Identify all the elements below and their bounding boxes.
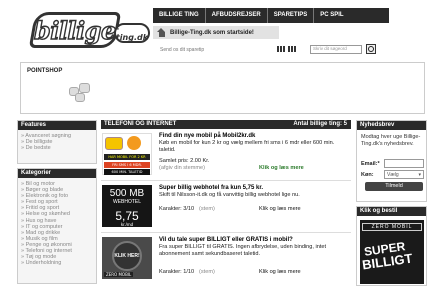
read-more-link[interactable]: Klik og læs mere — [259, 269, 301, 275]
logo-main-text: billige — [33, 15, 116, 45]
gender-label: Køn: — [361, 172, 374, 178]
listing-header: TELEFONI OG INTERNET Antal billige ting:… — [101, 120, 351, 129]
item-price: Samlet pris: 2.00 Kr. — [159, 158, 210, 164]
nav-billige-ting[interactable]: BILLIGE TING — [153, 8, 206, 23]
thumb-text: 500 MB — [109, 188, 145, 199]
thumb-brand: ZERO MOBIL — [104, 272, 134, 277]
vote-link[interactable]: (stem) — [199, 269, 215, 275]
nav-pc-spil[interactable]: PC SPIL — [314, 8, 349, 23]
logo-suffix-text: -ting.dk — [115, 24, 149, 42]
list-view-icon[interactable] — [288, 46, 296, 52]
list-item: KLIK HER! ZERO MOBIL Vil du tale super B… — [101, 233, 351, 285]
newsletter-panel: Nyhedsbrev Modtag hver uge Billige-Ting.… — [356, 120, 427, 202]
search-input[interactable]: Skriv dit søgeord — [310, 45, 362, 54]
item-title[interactable]: Super billig webhotel fra kun 5,75 kr. — [159, 185, 263, 191]
newsletter-title: Nyhedsbrev — [357, 121, 426, 130]
item-thumbnail[interactable]: 500 MB WEBHOTEL 5,75 kr./md — [102, 185, 152, 227]
send-tip-link[interactable]: Send os dit sparetip — [160, 47, 204, 53]
list-item: 500 MB WEBHOTEL 5,75 kr./md Super billig… — [101, 181, 351, 233]
newsletter-text: Modtag hver uge Billige-Ting.dk's nyheds… — [361, 134, 421, 147]
grid-view-icon[interactable] — [277, 46, 285, 52]
item-title[interactable]: Vil du tale super BILLIGT eller GRATIS i… — [159, 237, 293, 243]
features-title: Features — [18, 121, 96, 130]
item-rating: Karakter: 1/10 — [159, 269, 195, 275]
thumb-text: WEBHOTEL — [112, 199, 142, 205]
categories-title: Kategorier — [18, 169, 96, 178]
item-description: Fra super BILLIGT til GRATIS. Ingen afbr… — [159, 244, 327, 257]
top-navigation: BILLIGE TING AFBUDSREJSER SPARETIPS PC S… — [153, 8, 389, 23]
hands-icon — [67, 81, 93, 103]
features-panel: Features » Avanceret søgning » De billig… — [17, 120, 97, 164]
categories-panel: Kategorier » Bil og motor » Bøger og bla… — [17, 168, 97, 284]
logo-main: billige — [28, 12, 122, 48]
site-logo[interactable]: billige -ting.dk — [28, 12, 150, 50]
email-label: Email:* — [361, 161, 380, 167]
category-link[interactable]: » Underholdning — [21, 260, 96, 266]
list-item: HAR MOBIL FOR 2 KR FRI SMS I 6 MDR. 600 … — [101, 129, 351, 181]
order-title: Klik og bestil — [357, 207, 426, 216]
pointshop-banner[interactable]: POINTSHOP — [20, 62, 425, 114]
search-icon[interactable] — [366, 44, 376, 54]
item-description: Køb en mobil for kun 2 kr og vælg mellem… — [159, 140, 335, 153]
phone-icon — [105, 137, 123, 150]
order-panel: Klik og bestil ZERO MOBIL SUPER BILLIGT — [356, 206, 427, 286]
set-homepage-link[interactable]: Billige-Ting.dk som startside! — [153, 26, 279, 39]
set-homepage-text: Billige-Ting.dk som startside! — [170, 29, 254, 36]
item-rating: Karakter: 3/10 — [159, 206, 195, 212]
click-here-badge: KLIK HER! — [112, 241, 142, 271]
listing-title: TELEFONI OG INTERNET — [104, 121, 177, 127]
pointshop-title: POINTSHOP — [27, 68, 63, 74]
sub-toolbar: Send os dit sparetip Skriv dit søgeord — [160, 44, 392, 55]
badge-icon — [127, 136, 141, 150]
gender-select[interactable]: Vælg — [384, 170, 424, 179]
thumb-text: 600 MIN. TALETID — [104, 169, 150, 175]
view-toggle — [277, 46, 296, 52]
zero-mobil-ad[interactable]: ZERO MOBIL SUPER BILLIGT — [360, 220, 424, 284]
vote-link[interactable]: (afgiv din stemme) — [159, 165, 205, 171]
thumb-text: kr./md — [120, 222, 134, 227]
read-more-link[interactable]: Klik og læs mere — [259, 165, 304, 171]
item-title[interactable]: Find din nye mobil på Mobil2kr.dk — [159, 133, 255, 139]
item-thumbnail[interactable]: KLIK HER! ZERO MOBIL — [102, 237, 152, 279]
nav-sparetips[interactable]: SPARETIPS — [268, 8, 315, 23]
nav-afbudsrejser[interactable]: AFBUDSREJSER — [206, 8, 268, 23]
thumb-text: 5,75 — [115, 209, 139, 223]
item-description: Skift til Nilsson-it.dk og få vanvittig … — [159, 192, 300, 198]
item-thumbnail[interactable]: HAR MOBIL FOR 2 KR FRI SMS I 6 MDR. 600 … — [102, 133, 152, 175]
ad-brand: ZERO MOBIL — [362, 223, 422, 231]
main-listing: TELEFONI OG INTERNET Antal billige ting:… — [101, 120, 351, 286]
thumb-text: FRI SMS I 6 MDR. — [104, 162, 150, 168]
subscribe-button[interactable]: Tilmeld — [365, 182, 423, 191]
thumb-text: HAR MOBIL FOR 2 KR — [104, 154, 150, 160]
email-field[interactable] — [384, 159, 424, 168]
home-icon — [157, 28, 166, 37]
read-more-link[interactable]: Klik og læs mere — [259, 206, 301, 212]
right-sidebar: Nyhedsbrev Modtag hver uge Billige-Ting.… — [356, 120, 427, 286]
listing-count: Antal billige ting: 5 — [293, 121, 347, 127]
left-sidebar: Features » Avanceret søgning » De billig… — [17, 120, 97, 284]
logo-suffix: -ting.dk — [114, 23, 150, 43]
vote-link[interactable]: (stem) — [199, 206, 215, 212]
feature-link[interactable]: » De bedste — [21, 145, 96, 151]
